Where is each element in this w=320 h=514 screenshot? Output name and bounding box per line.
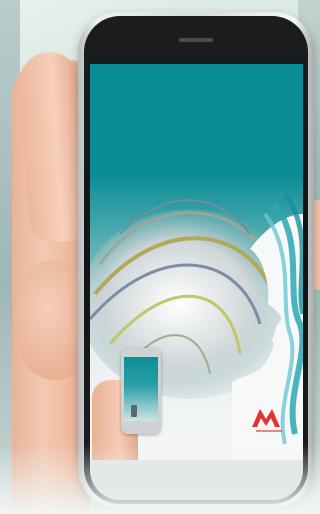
background-bottom	[0, 444, 320, 514]
brand-logo-icon	[252, 409, 282, 432]
nested-phone	[131, 405, 137, 417]
phone-speaker	[179, 38, 213, 42]
photo-scene	[0, 0, 320, 514]
inner-phone-screen	[124, 357, 158, 421]
